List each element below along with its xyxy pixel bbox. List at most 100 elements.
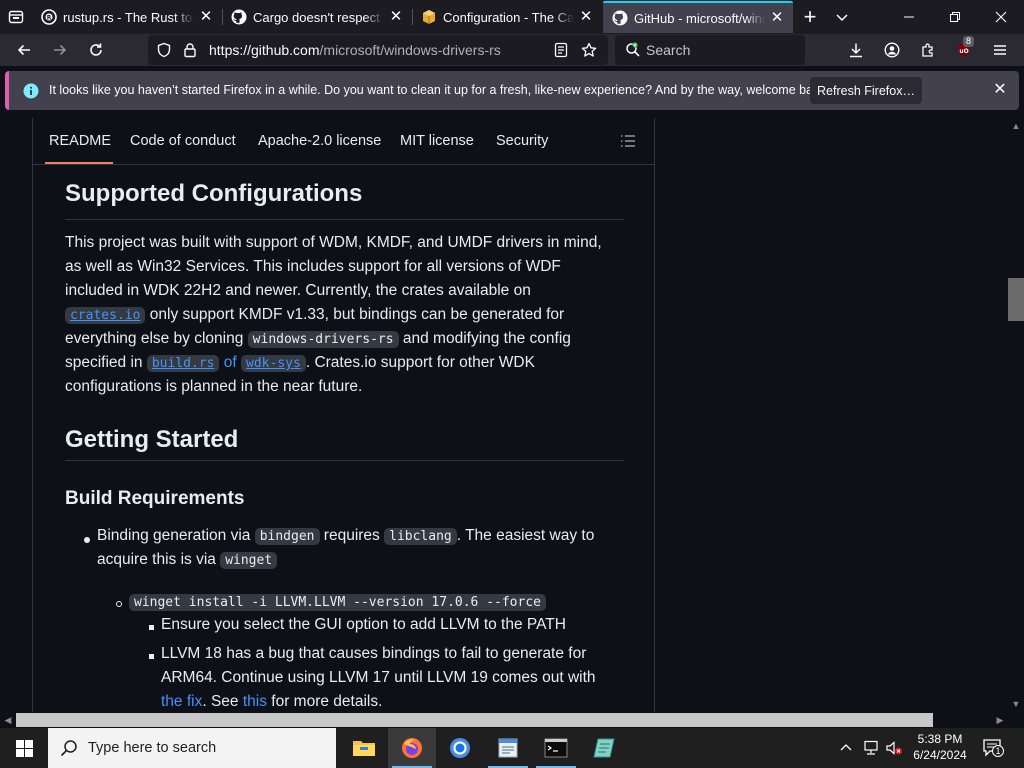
taskbar-app[interactable] <box>580 728 628 768</box>
list-item-gui-option: Ensure you select the GUI option to add … <box>161 616 621 640</box>
action-center-button[interactable]: 1 <box>982 738 1004 758</box>
taskbar-file-explorer[interactable] <box>340 728 388 768</box>
taskbar-firefox[interactable] <box>388 728 436 768</box>
the-fix-link[interactable]: the fix <box>161 693 202 710</box>
firefox-view-button[interactable] <box>4 0 28 34</box>
tab-code-of-conduct[interactable]: Code of conduct <box>130 133 236 149</box>
url-path: /microsoft/windows-drivers-rs <box>319 42 501 58</box>
reader-view-icon[interactable] <box>553 42 569 58</box>
paragraph-text: . Crates.io support for other WDK <box>305 354 535 371</box>
reload-button[interactable] <box>80 34 112 66</box>
close-window-button[interactable] <box>978 0 1024 34</box>
close-tab-icon[interactable]: ✕ <box>578 9 594 25</box>
forward-button[interactable] <box>44 34 76 66</box>
tab-title: GitHub - microsoft/windows-drivers-rs <box>634 10 765 26</box>
refresh-firefox-button[interactable]: Refresh Firefox… <box>810 77 922 104</box>
tab-cargo-issue[interactable]: Cargo doesn't respect git config ✕ <box>222 0 412 34</box>
taskbar-search-placeholder: Type here to search <box>88 740 217 756</box>
address-bar[interactable]: https://github.com/microsoft/windows-dri… <box>148 35 608 65</box>
crates-io-link[interactable]: crates.io <box>65 306 146 324</box>
list-item-llvm-bug: LLVM 18 has a bug that causes bindings t… <box>161 645 621 712</box>
shield-icon[interactable] <box>156 42 172 58</box>
puzzle-icon <box>922 43 933 57</box>
scroll-left-icon[interactable]: ◀ <box>0 712 16 728</box>
list-all-tabs-button[interactable] <box>830 0 854 34</box>
tab-mit-license[interactable]: MIT license <box>400 133 474 149</box>
scroll-down-icon[interactable]: ▼ <box>1008 696 1024 712</box>
paragraph-line: as well as Win32 Services. This includes… <box>65 258 561 275</box>
list-text: . The easiest way to <box>456 527 595 544</box>
close-tab-icon[interactable]: ✕ <box>198 9 214 25</box>
start-button[interactable] <box>0 728 48 768</box>
outline-list-icon[interactable] <box>619 132 637 150</box>
tab-apache-license[interactable]: Apache-2.0 license <box>258 133 381 149</box>
show-hidden-icons-button[interactable] <box>838 740 854 756</box>
list-item-line: LLVM 18 has a bug that causes bindings t… <box>161 645 587 662</box>
vertical-scrollbar[interactable]: ▲ ▼ <box>1008 118 1024 712</box>
tab-title: Configuration - The Cargo Book <box>443 9 574 25</box>
minimize-window-button[interactable] <box>886 0 932 34</box>
close-tab-icon[interactable]: ✕ <box>769 10 785 26</box>
svg-text:R: R <box>47 15 52 22</box>
tab-security[interactable]: Security <box>496 133 548 149</box>
list-item-line: Ensure you select the GUI option to add … <box>161 616 566 633</box>
close-notification-icon[interactable]: ✕ <box>991 81 1009 99</box>
tab-readme[interactable]: README <box>49 133 111 149</box>
scrollbar-thumb[interactable] <box>1008 278 1024 321</box>
restore-window-button[interactable] <box>932 0 978 34</box>
close-tab-icon[interactable]: ✕ <box>388 9 404 25</box>
notepad-icon <box>498 738 518 758</box>
build-rs-link[interactable]: build.rs of wdk-sys <box>146 354 306 372</box>
heading-getting-started: Getting Started <box>65 426 239 453</box>
heading-build-requirements: Build Requirements <box>65 488 245 509</box>
paragraph-text: everything else by cloning <box>65 330 248 347</box>
close-icon <box>995 11 1007 23</box>
paragraph-line: crates.io only support KMDF v1.33, but b… <box>65 303 564 328</box>
inline-code: winget <box>220 552 278 569</box>
inline-code: bindgen <box>254 528 320 545</box>
app-menu-button[interactable] <box>984 34 1016 66</box>
scroll-up-icon[interactable]: ▲ <box>1008 118 1024 134</box>
heading-supported-configurations: Supported Configurations <box>65 180 363 207</box>
refresh-firefox-notification: It looks like you haven’t started Firefo… <box>5 71 1019 110</box>
minimize-icon <box>904 16 914 18</box>
tab-cargo-book[interactable]: Configuration - The Cargo Book ✕ <box>412 0 602 34</box>
ublock-origin-button[interactable]: uO 8 <box>948 34 980 66</box>
windows-logo-icon <box>15 739 33 757</box>
notification-message: It looks like you haven’t started Firefo… <box>49 83 830 97</box>
back-button[interactable] <box>8 34 40 66</box>
reload-icon <box>90 43 102 56</box>
scrollbar-thumb[interactable] <box>16 713 933 727</box>
taskbar-notepad[interactable] <box>484 728 532 768</box>
new-tab-button[interactable]: + <box>798 0 822 34</box>
cargo-icon <box>421 9 437 25</box>
bullet-square <box>149 625 154 630</box>
tab-rustup[interactable]: R rustup.rs - The Rust toolchain install… <box>32 0 222 34</box>
url-host: https://github.com <box>209 42 320 58</box>
this-link[interactable]: this <box>243 693 267 710</box>
horizontal-scrollbar[interactable]: ◀ ▶ <box>0 712 1024 728</box>
taskbar-terminal[interactable] <box>532 728 580 768</box>
taskbar-clock[interactable]: 5:38 PM 6/24/2024 <box>905 731 975 763</box>
github-icon <box>612 10 628 26</box>
extensions-button[interactable] <box>912 34 944 66</box>
inline-code: wdk-sys <box>241 355 306 372</box>
network-button[interactable] <box>862 740 880 756</box>
downloads-button[interactable] <box>840 34 872 66</box>
chrome-icon <box>450 738 470 758</box>
navigation-toolbar: https://github.com/microsoft/windows-dri… <box>0 34 1024 66</box>
list-text: . See <box>202 693 243 710</box>
scroll-right-icon[interactable]: ▶ <box>992 712 1008 728</box>
account-button[interactable] <box>876 34 908 66</box>
search-bar[interactable]: Search <box>615 35 805 65</box>
bullet-disc <box>84 537 90 543</box>
bookmark-star-icon[interactable] <box>581 42 597 58</box>
taskbar-chrome[interactable] <box>436 728 484 768</box>
volume-button[interactable] <box>885 740 903 756</box>
taskbar-search-box[interactable]: Type here to search <box>48 728 336 768</box>
lock-icon[interactable] <box>182 42 198 58</box>
url-text[interactable]: https://github.com/microsoft/windows-dri… <box>209 42 501 58</box>
tab-windows-drivers-rs[interactable]: GitHub - microsoft/windows-drivers-rs ✕ <box>603 1 793 33</box>
notification-count-badge: 1 <box>992 745 1004 757</box>
account-icon <box>884 42 900 58</box>
